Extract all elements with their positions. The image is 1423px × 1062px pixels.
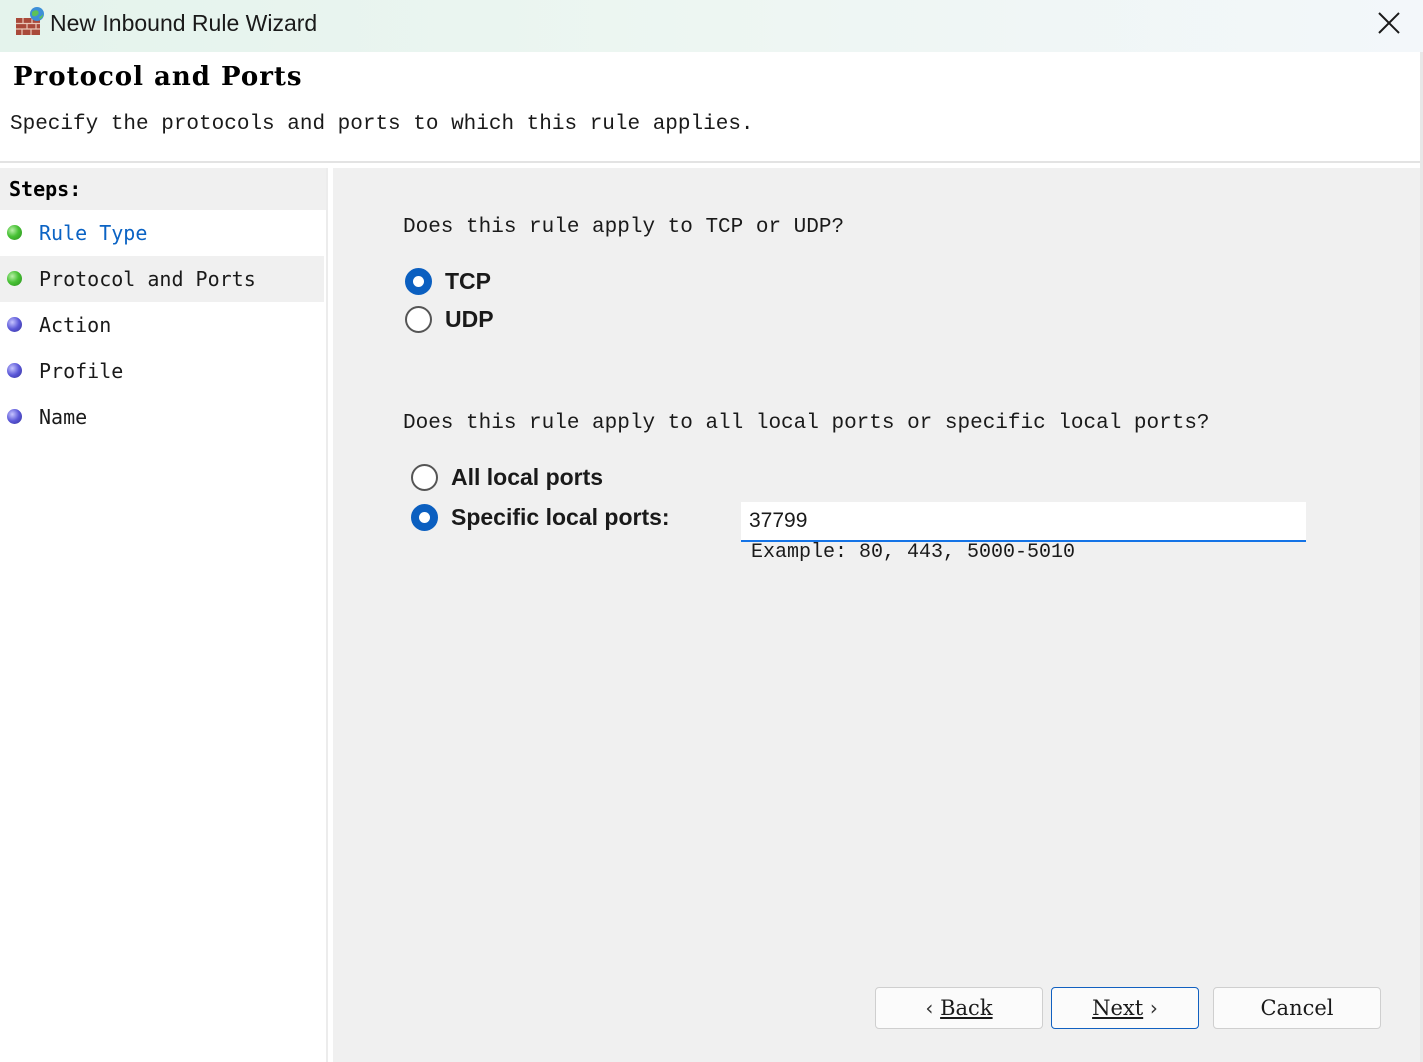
- wizard-content: Does this rule apply to TCP or UDP? TCP …: [333, 168, 1420, 1062]
- step-pending-icon: [7, 363, 22, 378]
- step-profile: Profile: [0, 348, 324, 394]
- cancel-label: Cancel: [1260, 996, 1334, 1020]
- specific-ports-label[interactable]: Specific local ports:: [451, 504, 670, 531]
- window-title: New Inbound Rule Wizard: [50, 10, 318, 36]
- all-ports-radio-option[interactable]: All local ports: [411, 464, 603, 491]
- step-protocol-and-ports[interactable]: Protocol and Ports: [0, 256, 324, 302]
- step-label: Protocol and Ports: [39, 267, 256, 291]
- all-ports-label[interactable]: All local ports: [451, 464, 603, 491]
- wizard-header: Protocol and Ports Specify the protocols…: [0, 52, 1423, 162]
- step-pending-icon: [7, 317, 22, 332]
- chevron-left-icon: ‹: [925, 996, 934, 1020]
- ports-example-hint: Example: 80, 443, 5000-5010: [751, 541, 1076, 564]
- step-label: Profile: [39, 359, 124, 383]
- step-label: Action: [39, 313, 112, 337]
- steps-panel: Steps: Rule Type Protocol and Ports Acti…: [0, 168, 328, 1062]
- protocol-question: Does this rule apply to TCP or UDP?: [403, 216, 845, 239]
- step-done-icon: [7, 271, 22, 286]
- header-divider: [0, 161, 1423, 163]
- back-button[interactable]: ‹ Back: [875, 987, 1043, 1029]
- all-ports-radio[interactable]: [411, 464, 438, 491]
- cancel-button[interactable]: Cancel: [1213, 987, 1381, 1029]
- udp-radio-option[interactable]: UDP: [405, 306, 494, 333]
- tcp-radio[interactable]: [405, 268, 432, 295]
- udp-label[interactable]: UDP: [445, 306, 494, 333]
- step-name: Name: [0, 394, 324, 440]
- tcp-label[interactable]: TCP: [445, 268, 491, 295]
- firewall-icon: [16, 7, 44, 35]
- step-action: Action: [0, 302, 324, 348]
- close-icon: [1378, 12, 1400, 34]
- tcp-radio-option[interactable]: TCP: [405, 268, 491, 295]
- ports-question: Does this rule apply to all local ports …: [403, 412, 1210, 435]
- step-label: Name: [39, 405, 88, 429]
- page-title: Protocol and Ports: [13, 62, 303, 92]
- page-subtitle: Specify the protocols and ports to which…: [10, 113, 754, 136]
- specific-ports-input[interactable]: [741, 502, 1306, 542]
- udp-radio[interactable]: [405, 306, 432, 333]
- back-label: Back: [940, 996, 993, 1020]
- step-label[interactable]: Rule Type: [39, 221, 147, 245]
- specific-ports-radio[interactable]: [411, 504, 438, 531]
- specific-ports-radio-option[interactable]: Specific local ports:: [411, 504, 670, 531]
- next-label: Next: [1092, 996, 1144, 1020]
- title-bar: New Inbound Rule Wizard: [0, 0, 1423, 52]
- chevron-right-icon: ›: [1149, 996, 1158, 1020]
- next-button[interactable]: Next ›: [1051, 987, 1199, 1029]
- step-rule-type[interactable]: Rule Type: [0, 210, 324, 256]
- close-button[interactable]: [1355, 0, 1423, 46]
- step-pending-icon: [7, 409, 22, 424]
- step-done-icon: [7, 225, 22, 240]
- steps-heading: Steps:: [0, 168, 326, 210]
